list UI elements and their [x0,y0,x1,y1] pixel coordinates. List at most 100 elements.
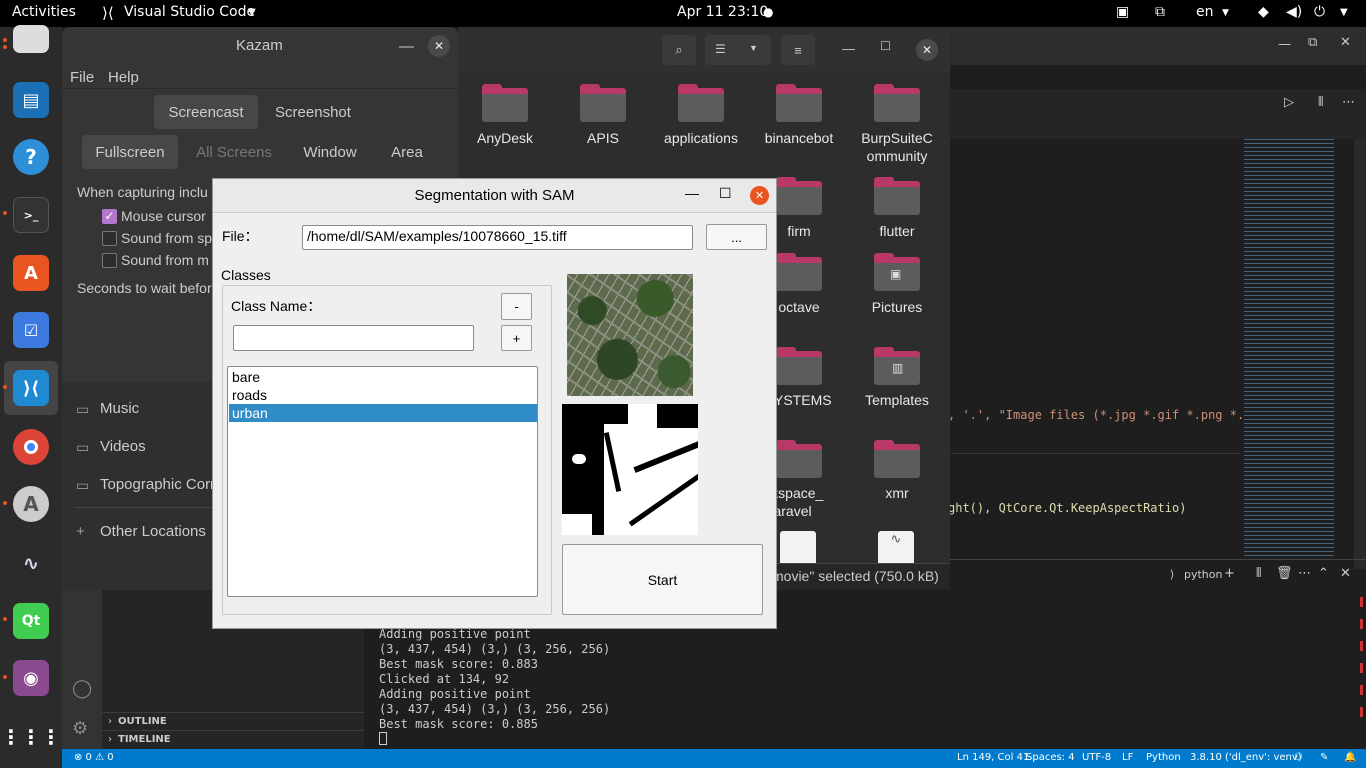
wifi-icon[interactable]: ◆ [1258,4,1269,20]
folder-label[interactable]: Templates [842,391,952,409]
tasks-icon[interactable]: ☑ [13,312,49,348]
terminal-kind[interactable]: python [1184,568,1222,581]
encoding[interactable]: UTF-8 [1082,752,1111,763]
folder-label[interactable]: BurpSuiteC ommunity [842,129,952,165]
sound-speakers-checkbox[interactable] [102,231,117,246]
add-class-button[interactable]: + [501,325,532,351]
close-button[interactable]: ✕ [1340,35,1351,50]
folder-icon[interactable] [776,84,822,122]
language-indicator[interactable]: en [1196,4,1214,20]
folder-label[interactable]: AnyDesk [450,129,560,147]
folder-label[interactable]: flutter [842,222,952,240]
problems-indicator[interactable]: ⊗ 0 ⚠ 0 [74,752,114,763]
folder-icon[interactable] [874,84,920,122]
minimize-button[interactable]: — [842,41,855,56]
line-ending[interactable]: LF [1122,752,1133,763]
folder-icon[interactable] [776,347,822,385]
run-icon[interactable]: ▷ [1284,95,1294,110]
sidebar-item-music[interactable]: Music [100,400,139,417]
trash-icon[interactable]: 🗑 [1276,566,1293,581]
close-panel-icon[interactable]: ✕ [1340,566,1351,581]
chrome-icon[interactable] [13,429,49,465]
app-grid-icon[interactable]: ⋮⋮⋮ [1,719,61,755]
qt-creator-icon[interactable]: Qt [13,603,49,639]
maximize-button[interactable]: ⧉ [1308,35,1317,50]
clock[interactable]: Apr 11 23:10 [677,4,768,20]
chevron-up-icon[interactable]: ⌃ [1318,566,1329,581]
gear-icon[interactable]: ⚙ [72,718,88,739]
class-name-input[interactable] [233,325,474,351]
option-label[interactable]: Mouse cursor [121,208,206,224]
terminal-icon[interactable]: >_ [13,197,49,233]
list-item-selected[interactable]: urban [229,404,537,422]
start-button[interactable]: Start [562,544,763,615]
close-button[interactable]: ✕ [750,186,769,205]
folder-icon[interactable] [678,84,724,122]
more-icon[interactable]: ⋯ [1342,95,1355,110]
folder-icon[interactable] [874,177,920,215]
activities-button[interactable]: Activities [12,4,76,20]
system-monitor-icon[interactable]: ∿ [13,545,49,581]
text-file-icon[interactable] [780,531,816,563]
minimize-button[interactable]: — [685,185,699,201]
sidebar-item-videos[interactable]: Videos [100,438,146,455]
fullscreen-button[interactable]: Fullscreen [82,135,178,169]
browse-button[interactable]: ... [706,224,767,250]
folder-icon[interactable]: ▣ [874,253,920,291]
folder-icon[interactable] [776,253,822,291]
maximize-button[interactable]: ☐ [880,39,891,53]
folder-icon[interactable] [874,440,920,478]
software-store-icon[interactable]: A [13,255,49,291]
close-button[interactable]: ✕ [916,39,938,61]
list-item[interactable]: roads [229,386,537,404]
sound-mic-checkbox[interactable] [102,253,117,268]
language-mode[interactable]: Python [1146,752,1181,763]
screencast-tab[interactable]: Screencast [154,95,258,129]
updater-icon[interactable]: A [13,486,49,522]
split-editor-icon[interactable]: ⫴ [1318,95,1323,110]
input-satellite-image[interactable] [567,274,693,396]
folder-icon[interactable] [580,84,626,122]
search-icon[interactable]: ⌕ [662,35,696,65]
option-label[interactable]: Sound from m [121,252,209,268]
timeline-section[interactable]: TIMELINE [118,734,171,745]
outline-section[interactable]: OUTLINE [118,716,167,727]
folder-label[interactable]: Pictures [842,298,952,316]
cursor-position[interactable]: Ln 149, Col 41 [957,752,1029,763]
feedback-icon[interactable]: ✎ [1320,752,1328,763]
indentation[interactable]: Spaces: 4 [1026,752,1075,763]
sidebar-item-other-locations[interactable]: Other Locations [100,523,206,540]
minimap[interactable] [1238,139,1352,569]
accounts-icon[interactable]: ⚇ [1294,752,1303,763]
split-terminal-icon[interactable]: ⫴ [1256,566,1261,581]
folder-label[interactable]: applications [646,129,756,147]
folder-icon[interactable]: ▥ [874,347,920,385]
list-item[interactable]: bare [229,368,537,386]
kazam-icon[interactable]: ◉ [13,660,49,696]
folder-label[interactable]: binancebot [744,129,854,147]
sidebar-item-topographic[interactable]: Topographic Corr [100,476,215,493]
power-icon[interactable]: ⏻ [1314,4,1325,20]
folder-icon[interactable] [482,84,528,122]
class-list[interactable]: bare roads urban [227,366,538,597]
folder-icon[interactable] [776,440,822,478]
help-icon[interactable]: ? [13,139,49,175]
camera-icon[interactable]: ▣ [1116,4,1129,20]
minimize-button[interactable]: — [1278,37,1291,52]
add-terminal-icon[interactable]: + [1224,566,1235,581]
close-button[interactable]: ✕ [428,35,450,57]
view-toggle-button[interactable]: ☰ ▼ [705,35,771,65]
screenshot-tab[interactable]: Screenshot [260,95,366,129]
option-label[interactable]: Sound from sp [121,230,212,246]
folder-icon[interactable] [776,177,822,215]
terminal-output[interactable]: Adding positive point (3, 437, 454) (3,)… [379,627,610,745]
maximize-button[interactable]: ☐ [719,185,732,202]
notifications-icon[interactable]: 🔔 [1344,752,1356,763]
python-interpreter[interactable]: 3.8.10 ('dl_env': venv) [1190,752,1302,763]
app-menu[interactable]: Visual Studio Code [124,4,255,20]
writer-icon[interactable]: ▤ [13,82,49,118]
system-monitor-file-icon[interactable]: ∿ [878,531,914,563]
menu-help[interactable]: Help [108,69,139,86]
area-button[interactable]: Area [372,135,442,169]
folder-label[interactable]: APIS [548,129,658,147]
